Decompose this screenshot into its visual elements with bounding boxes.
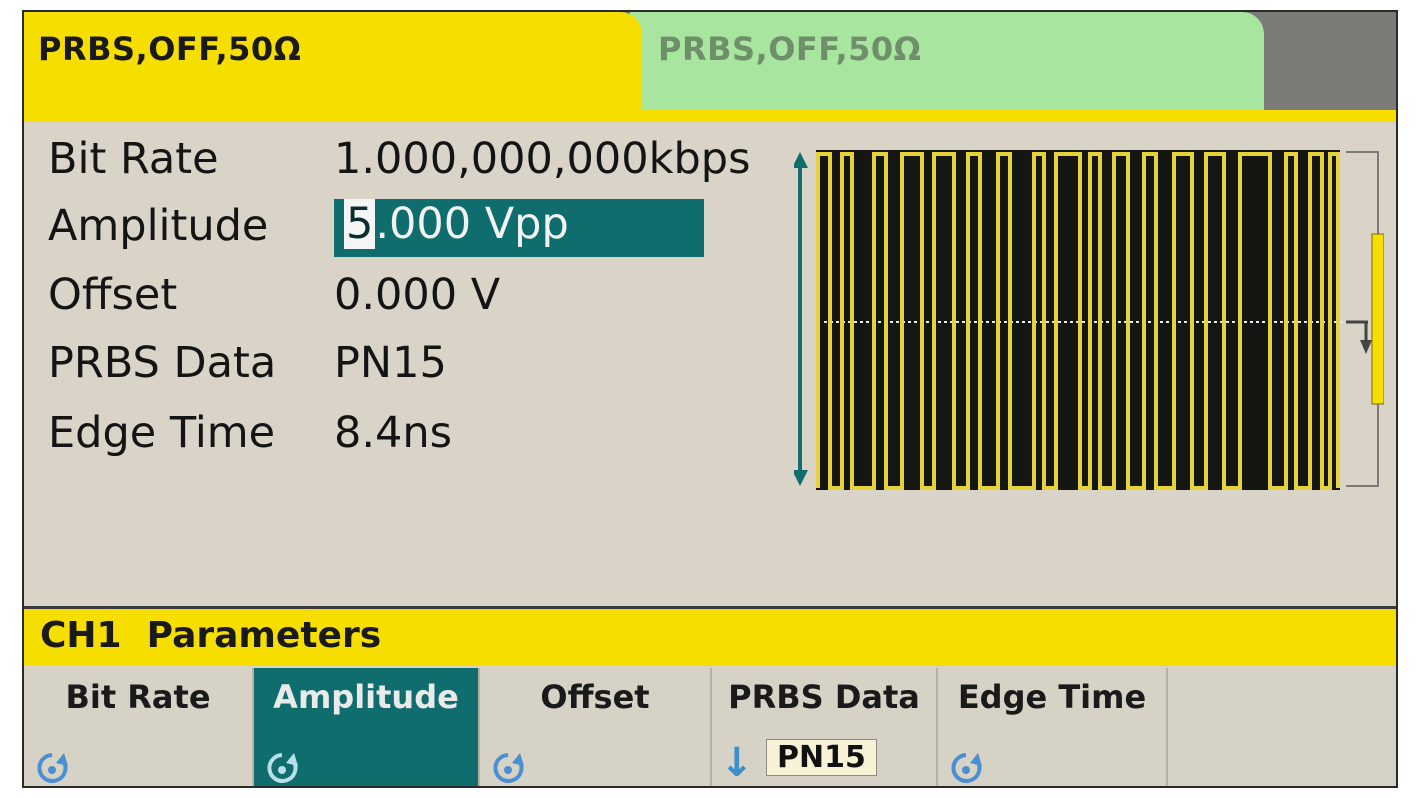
down-arrow-icon: ↓ [720, 740, 754, 786]
knob-icon [493, 753, 524, 783]
amplitude-value-field[interactable]: 5.000 Vpp [334, 199, 704, 257]
param-value: 1.000,000,000kbps [334, 134, 751, 184]
param-value: PN15 [334, 338, 447, 388]
knob-icon [951, 753, 982, 783]
softkey-bit-rate[interactable]: Bit Rate [24, 668, 254, 786]
param-value: 0.000 V [334, 270, 501, 320]
param-value: 8.4ns [334, 408, 453, 458]
param-label: Edge Time [48, 408, 276, 458]
tab-ch1[interactable]: PRBS,OFF,50Ω [24, 12, 642, 120]
amplitude-arrow-icon [794, 152, 808, 486]
softkey-label: Amplitude [273, 678, 459, 716]
waveform-preview [794, 150, 1384, 490]
menu-header: CH1 Parameters [24, 606, 1396, 666]
menu-header-text: CH1 Parameters [40, 615, 382, 656]
softkey-prbs-data[interactable]: PRBS Data ↓ PN15 [712, 668, 938, 786]
knob-icon [37, 753, 68, 783]
softkey-label: Bit Rate [65, 678, 211, 716]
softkey-amplitude[interactable]: Amplitude [254, 668, 480, 786]
tab-ch2[interactable]: PRBS,OFF,50Ω [630, 12, 1264, 120]
softkey-bar: Bit Rate Amplitude Offset PRBS Data ↓ PN… [24, 668, 1396, 786]
softkey-edge-time[interactable]: Edge Time [938, 668, 1168, 786]
param-label: PRBS Data [48, 338, 277, 388]
tab-ch2-label: PRBS,OFF,50Ω [658, 30, 922, 68]
scale-bracket [1346, 151, 1384, 487]
amplitude-value-rest: .000 Vpp [375, 199, 569, 249]
prbs-data-selection: PN15 [766, 739, 877, 776]
param-label: Offset [48, 270, 178, 320]
softkey-offset[interactable]: Offset [480, 668, 712, 786]
tab-ch1-label: PRBS,OFF,50Ω [38, 30, 302, 68]
softkey-label: Edge Time [957, 678, 1147, 716]
knob-icon [267, 753, 298, 783]
softkey-label: PRBS Data [728, 678, 920, 716]
instrument-screen: PRBS,OFF,50Ω PRBS,OFF,50Ω Bit Rate 1.000… [22, 10, 1398, 788]
offset-arrow-icon [1346, 320, 1372, 354]
param-label: Bit Rate [48, 134, 219, 184]
tab-underline [24, 110, 1396, 122]
softkey-label: Offset [540, 678, 650, 716]
softkey-blank[interactable] [1168, 668, 1396, 786]
channel-tab-bar: PRBS,OFF,50Ω PRBS,OFF,50Ω [24, 12, 1396, 122]
param-label: Amplitude [48, 201, 269, 251]
edit-cursor-digit: 5 [344, 199, 376, 249]
